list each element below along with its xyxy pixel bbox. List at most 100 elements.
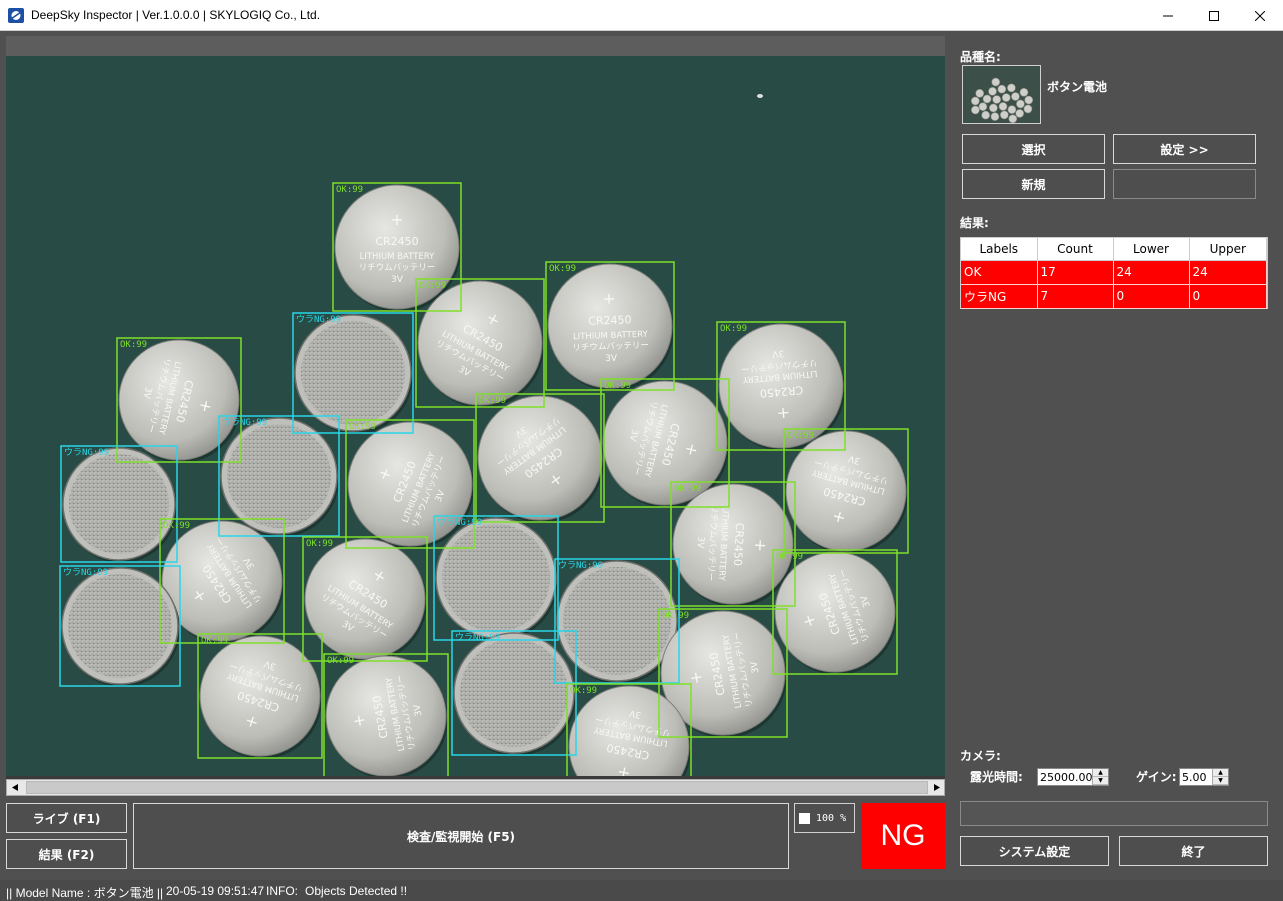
detection-scene: + CR2450 LITHIUM BATTERYリチウムバッテリー 3V + CR2450… bbox=[59, 94, 909, 776]
system-settings-button[interactable]: システム設定 bbox=[960, 836, 1109, 866]
coin: + CR2450 LITHIUM BATTERYリチウムバッテリー 3V bbox=[334, 184, 461, 312]
column-header[interactable]: Labels bbox=[961, 238, 1038, 261]
detection-label: ウラNG:99 bbox=[63, 567, 108, 578]
status-level: INFO: bbox=[266, 884, 298, 898]
column-header[interactable]: Lower bbox=[1113, 238, 1190, 261]
detection-label: ウラNG:99 bbox=[455, 632, 500, 643]
title-bar: DeepSky Inspector | Ver.1.0.0.0 | SKYLOG… bbox=[0, 0, 1283, 31]
detection-label: OK:99 bbox=[120, 340, 147, 350]
detection-label: OK:99 bbox=[604, 381, 631, 391]
svg-text:3V: 3V bbox=[771, 348, 785, 359]
coin bbox=[453, 632, 576, 756]
camera-image[interactable]: + CR2450 LITHIUM BATTERY リチウムバッテリー 3V + CR2450… bbox=[6, 56, 945, 776]
detection-label: ウラNG:99 bbox=[437, 517, 482, 528]
status-message: Objects Detected !! bbox=[305, 884, 408, 898]
svg-text:CR2450: CR2450 bbox=[588, 313, 632, 328]
scrollbar-thumb[interactable] bbox=[26, 781, 928, 794]
table-cell: 24 bbox=[1189, 260, 1267, 285]
table-cell: 0 bbox=[1113, 284, 1190, 309]
progress-bar bbox=[960, 801, 1268, 826]
status-timestamp: 20-05-19 09:51:47 bbox=[166, 884, 265, 898]
increment-arrow-icon[interactable]: ▲ bbox=[1213, 769, 1228, 777]
gain-spinbox[interactable]: 5.00 ▲ ▼ bbox=[1179, 768, 1229, 786]
detection-label: OK:99 bbox=[336, 185, 363, 195]
coin: +CR2450LITHIUM BATTERYリチウムバッテリー3V bbox=[547, 263, 674, 391]
detection-label: OK:99 bbox=[306, 539, 333, 549]
column-header[interactable]: Count bbox=[1037, 238, 1114, 261]
detection-label: OK:99 bbox=[201, 636, 228, 646]
svg-text:3V: 3V bbox=[605, 354, 618, 364]
table-row[interactable]: OK 17 24 24 bbox=[961, 260, 1267, 285]
triangle-left-icon bbox=[11, 784, 18, 791]
coin: +CR2450LITHIUM BATTERYリチウムバッテリー3V bbox=[417, 280, 544, 408]
table-cell: 24 bbox=[1113, 260, 1190, 285]
gain-label: ゲイン: bbox=[1136, 770, 1177, 784]
camera-heading: カメラ: bbox=[960, 749, 1001, 763]
svg-text:+: + bbox=[390, 210, 403, 229]
detection-label: ウラNG:99 bbox=[296, 314, 341, 325]
settings-button[interactable]: 設定 >> bbox=[1113, 134, 1256, 164]
detection-label: OK:99 bbox=[163, 521, 190, 531]
minimize-button[interactable] bbox=[1145, 0, 1191, 31]
select-button[interactable]: 選択 bbox=[962, 134, 1105, 164]
results-table: Labels Count Lower Upper OK 17 24 24 ウラN… bbox=[960, 237, 1268, 309]
minimize-icon bbox=[1163, 15, 1173, 16]
results-heading: 結果: bbox=[960, 216, 989, 230]
column-header[interactable]: Upper bbox=[1189, 238, 1267, 261]
close-icon bbox=[1255, 10, 1265, 21]
result-button[interactable]: 結果 (F2) bbox=[6, 839, 127, 869]
svg-text:CR2450: CR2450 bbox=[375, 235, 418, 248]
detection-label: ウラNG:99 bbox=[222, 417, 267, 428]
decrement-arrow-icon[interactable]: ▼ bbox=[1213, 777, 1228, 785]
coin: +CR2450LITHIUM BATTERYリチウムバッテリー3V bbox=[304, 538, 427, 662]
coin: +CR2450LITHIUM BATTERYリチウムバッテリー3V bbox=[347, 421, 474, 549]
maximize-icon bbox=[1209, 10, 1219, 21]
detection-label: OK:99 bbox=[674, 484, 701, 494]
exposure-stepper[interactable]: ▲ ▼ bbox=[1092, 769, 1108, 785]
table-cell: OK bbox=[961, 260, 1038, 285]
table-cell: ウラNG bbox=[961, 284, 1038, 309]
increment-arrow-icon[interactable]: ▲ bbox=[1093, 769, 1108, 777]
detection-label: OK:99 bbox=[479, 396, 506, 406]
maximize-button[interactable] bbox=[1191, 0, 1237, 31]
coin: +CR2450LITHIUM BATTERYリチウムバッテリー3V bbox=[774, 551, 897, 675]
coin bbox=[61, 567, 180, 687]
svg-text:LITHIUM BATTERY: LITHIUM BATTERY bbox=[360, 252, 436, 262]
svg-text:3V: 3V bbox=[391, 275, 404, 285]
scroll-right-arrow[interactable] bbox=[929, 780, 944, 795]
status-model-name: || Model Name : ボタン電池 || bbox=[6, 886, 164, 900]
zoom-toggle[interactable]: 100 % bbox=[794, 803, 855, 833]
zoom-checkbox[interactable] bbox=[799, 812, 810, 824]
window-title: DeepSky Inspector | Ver.1.0.0.0 | SKYLOG… bbox=[31, 8, 321, 22]
horizontal-scrollbar[interactable] bbox=[6, 779, 945, 796]
detection-label: OK:99 bbox=[720, 324, 747, 334]
exit-button[interactable]: 終了 bbox=[1119, 836, 1268, 866]
gain-value[interactable]: 5.00 bbox=[1182, 771, 1207, 784]
judgement-indicator: NG bbox=[861, 803, 945, 869]
exposure-value[interactable]: 25000.00 bbox=[1040, 771, 1093, 784]
inspect-start-button[interactable]: 検査/監視開始 (F5) bbox=[133, 803, 789, 869]
gain-stepper[interactable]: ▲ ▼ bbox=[1212, 769, 1228, 785]
detection-label: ウラNG:99 bbox=[558, 560, 603, 571]
exposure-spinbox[interactable]: 25000.00 ▲ ▼ bbox=[1037, 768, 1109, 786]
svg-text:+: + bbox=[602, 289, 616, 308]
decrement-arrow-icon[interactable]: ▼ bbox=[1093, 777, 1108, 785]
detection-label: OK:99 bbox=[570, 686, 597, 696]
table-cell: 7 bbox=[1037, 284, 1114, 309]
results-header-row: Labels Count Lower Upper bbox=[961, 238, 1267, 261]
scroll-left-arrow[interactable] bbox=[7, 780, 22, 795]
coin: +CR2450LITHIUM BATTERYリチウムバッテリー3V bbox=[718, 323, 845, 451]
live-button[interactable]: ライブ (F1) bbox=[6, 803, 127, 833]
new-button[interactable]: 新規 bbox=[962, 169, 1105, 199]
detection-label: ウラNG:99 bbox=[64, 447, 109, 458]
product-heading: 品種名: bbox=[960, 50, 1001, 64]
exposure-label: 露光時間: bbox=[970, 770, 1023, 784]
coin: +CR2450LITHIUM BATTERYリチウムバッテリー3V bbox=[477, 395, 604, 523]
close-button[interactable] bbox=[1237, 0, 1283, 31]
coin: +CR2450LITHIUM BATTERYリチウムバッテリー3V bbox=[325, 655, 448, 776]
detection-label: OK:99 bbox=[549, 264, 576, 274]
svg-text:リチウムバッテリー: リチウムバッテリー bbox=[359, 263, 436, 273]
product-thumbnail bbox=[962, 65, 1041, 124]
table-cell: 0 bbox=[1189, 284, 1267, 309]
table-row[interactable]: ウラNG 7 0 0 bbox=[961, 284, 1267, 309]
